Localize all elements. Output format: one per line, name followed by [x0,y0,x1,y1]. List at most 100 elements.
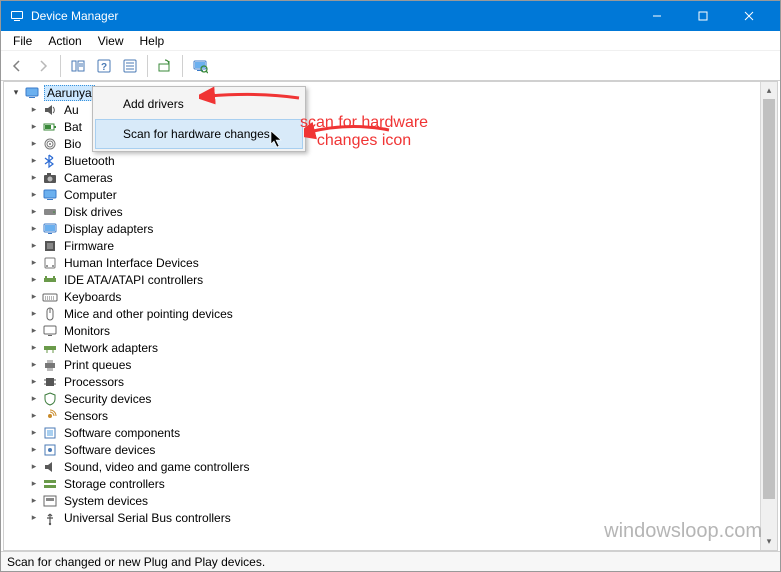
tree-item-label: Computer [62,188,119,202]
tree-item[interactable]: ▸ Sound, video and game controllers [26,458,777,475]
statusbar: Scan for changed or new Plug and Play de… [1,551,780,571]
chevron-right-icon[interactable]: ▸ [28,342,40,354]
chevron-right-icon[interactable]: ▸ [28,206,40,218]
scrollbar-thumb[interactable] [763,99,775,499]
chevron-right-icon[interactable]: ▸ [28,291,40,303]
chevron-right-icon[interactable]: ▸ [28,274,40,286]
chevron-right-icon[interactable]: ▸ [28,308,40,320]
tree-item[interactable]: ▸ Processors [26,373,777,390]
tree-item-label: System devices [62,494,150,508]
sensor-icon [42,408,58,424]
back-button[interactable] [5,54,29,78]
tree-item-label: Display adapters [62,222,155,236]
vertical-scrollbar[interactable]: ▴ ▾ [760,82,777,550]
tree-item[interactable]: ▸ IDE ATA/ATAPI controllers [26,271,777,288]
toolbar: ? [1,51,780,81]
tree-item-label: Storage controllers [62,477,167,491]
menubar: File Action View Help [1,31,780,51]
tree-item-label: Au [62,103,81,117]
cursor-icon [270,130,284,151]
tree-item[interactable]: ▸ System devices [26,492,777,509]
computer-icon [42,187,58,203]
help-button[interactable]: ? [92,54,116,78]
chevron-right-icon[interactable]: ▸ [28,325,40,337]
menu-help[interactable]: Help [132,33,173,49]
titlebar: Device Manager [1,1,780,31]
tree-item-label: Sensors [62,409,110,423]
display-icon [42,221,58,237]
tree-item[interactable]: ▸ Sensors [26,407,777,424]
chevron-right-icon[interactable]: ▸ [28,512,40,524]
tree-item[interactable]: ▸ Software devices [26,441,777,458]
device-tree-area: ▾ Aarunya ▸ Au ▸ Bat ▸ Bio ▸ Bluetooth ▸… [3,81,778,551]
tree-item[interactable]: ▸ Disk drives [26,203,777,220]
tree-item[interactable]: ▸ Keyboards [26,288,777,305]
tree-item-label: IDE ATA/ATAPI controllers [62,273,205,287]
swcomponent-icon [42,425,58,441]
scroll-up-button[interactable]: ▴ [761,82,777,99]
chevron-right-icon[interactable]: ▸ [28,223,40,235]
update-driver-button[interactable] [153,54,177,78]
tree-item[interactable]: ▸ Computer [26,186,777,203]
tree-item[interactable]: ▸ Display adapters [26,220,777,237]
tree-item-label: Universal Serial Bus controllers [62,511,233,525]
tree-item[interactable]: ▸ Firmware [26,237,777,254]
minimize-button[interactable] [634,1,680,31]
storage-icon [42,476,58,492]
chevron-right-icon[interactable]: ▸ [28,138,40,150]
chevron-right-icon[interactable]: ▸ [28,393,40,405]
toolbar-separator [147,55,148,77]
menu-action[interactable]: Action [40,33,89,49]
tree-item-label: Software devices [62,443,157,457]
chevron-right-icon[interactable]: ▸ [28,155,40,167]
menu-view[interactable]: View [90,33,132,49]
chevron-right-icon[interactable]: ▸ [28,461,40,473]
tree-item[interactable]: ▸ Print queues [26,356,777,373]
tree-item-label: Cameras [62,171,115,185]
chevron-right-icon[interactable]: ▸ [28,359,40,371]
menu-add-drivers[interactable]: Add drivers [95,89,303,119]
chevron-right-icon[interactable]: ▸ [28,427,40,439]
hid-icon [42,255,58,271]
tree-item-label: Software components [62,426,182,440]
chevron-right-icon[interactable]: ▸ [28,444,40,456]
tree-item[interactable]: ▸ Network adapters [26,339,777,356]
scroll-down-button[interactable]: ▾ [761,533,777,550]
maximize-button[interactable] [680,1,726,31]
monitor-icon [42,323,58,339]
show-hidden-button[interactable] [66,54,90,78]
scan-hardware-button[interactable] [188,54,212,78]
close-button[interactable] [726,1,772,31]
mouse-icon [42,306,58,322]
chevron-right-icon[interactable]: ▸ [28,257,40,269]
chevron-down-icon[interactable]: ▾ [10,87,22,99]
tree-item[interactable]: ▸ Cameras [26,169,777,186]
tree-item[interactable]: ▸ Software components [26,424,777,441]
tree-item[interactable]: ▸ Mice and other pointing devices [26,305,777,322]
chevron-right-icon[interactable]: ▸ [28,240,40,252]
menu-file[interactable]: File [5,33,40,49]
tree-item-label: Sound, video and game controllers [62,460,251,474]
chevron-right-icon[interactable]: ▸ [28,189,40,201]
chevron-right-icon[interactable]: ▸ [28,410,40,422]
forward-button[interactable] [31,54,55,78]
chevron-right-icon[interactable]: ▸ [28,121,40,133]
window-title: Device Manager [31,9,118,23]
tree-item[interactable]: ▸ Security devices [26,390,777,407]
chevron-right-icon[interactable]: ▸ [28,376,40,388]
tree-item[interactable]: ▸ Bluetooth [26,152,777,169]
tree-item[interactable]: ▸ Monitors [26,322,777,339]
chevron-right-icon[interactable]: ▸ [28,495,40,507]
tree-item[interactable]: ▸ Human Interface Devices [26,254,777,271]
biometric-icon [42,136,58,152]
chevron-right-icon[interactable]: ▸ [28,478,40,490]
statusbar-text: Scan for changed or new Plug and Play de… [7,555,265,569]
chevron-right-icon[interactable]: ▸ [28,172,40,184]
tree-item-label: Print queues [62,358,133,372]
tree-item-label: Mice and other pointing devices [62,307,235,321]
properties-button[interactable] [118,54,142,78]
tree-item[interactable]: ▸ Storage controllers [26,475,777,492]
system-icon [42,493,58,509]
chevron-right-icon[interactable]: ▸ [28,104,40,116]
tree-item-label: Processors [62,375,126,389]
